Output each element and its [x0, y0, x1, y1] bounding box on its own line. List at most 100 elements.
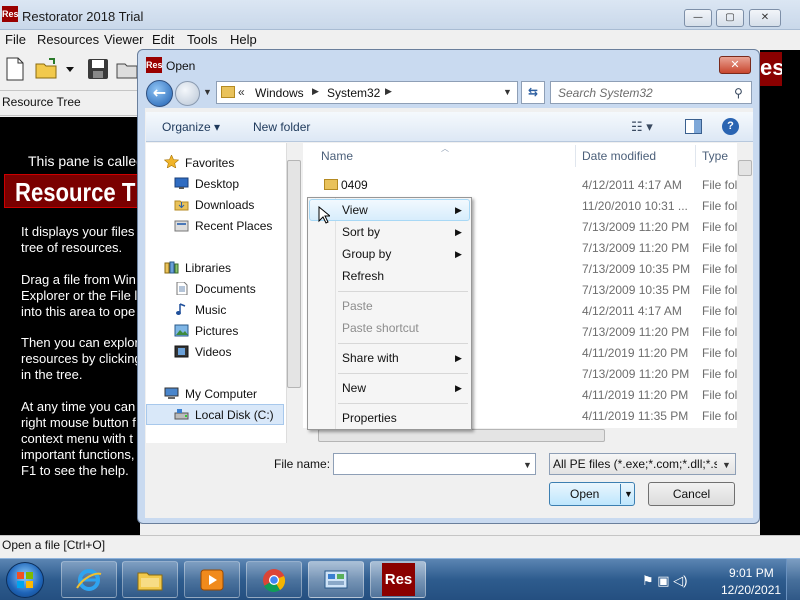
show-desktop-button[interactable]: [786, 559, 800, 600]
preview-pane-icon[interactable]: [685, 119, 702, 134]
breadcrumb-overflow[interactable]: «: [238, 85, 245, 99]
file-date: 7/13/2009 11:20 PM: [582, 325, 690, 339]
menu-resources[interactable]: Resources: [37, 32, 99, 47]
submenu-arrow-icon: ▶: [455, 227, 462, 237]
file-list-vertical-scrollbar[interactable]: [737, 143, 753, 428]
recent-locations-dropdown[interactable]: ▼: [203, 87, 212, 97]
file-type: File fol: [702, 346, 738, 360]
breadcrumb-system32[interactable]: System32: [327, 86, 380, 100]
menu-help[interactable]: Help: [230, 32, 257, 47]
forward-button[interactable]: [175, 81, 200, 106]
menu-edit[interactable]: Edit: [152, 32, 174, 47]
close-button[interactable]: ✕: [749, 9, 781, 27]
menu-item-sort-by[interactable]: Sort by: [342, 225, 380, 239]
menu-item-group-by[interactable]: Group by: [342, 247, 391, 261]
filename-input[interactable]: [333, 453, 536, 475]
file-date: 7/13/2009 11:20 PM: [582, 241, 690, 255]
file-name[interactable]: 0409: [341, 178, 368, 192]
resource-tree-pane[interactable]: This pane is called Resource T It displa…: [0, 117, 140, 535]
back-button[interactable]: ←: [146, 80, 173, 107]
file-type: File fol: [702, 241, 738, 255]
nav-desktop[interactable]: Desktop: [195, 177, 239, 191]
file-date: 4/12/2011 4:17 AM: [582, 178, 682, 192]
command-bar: [146, 112, 753, 142]
menu-viewer[interactable]: Viewer: [104, 32, 144, 47]
menu-file[interactable]: File: [5, 32, 26, 47]
nav-local-disk[interactable]: Local Disk (C:): [195, 408, 274, 422]
column-separator[interactable]: [575, 145, 576, 167]
menu-item-view[interactable]: View: [342, 203, 368, 217]
file-type-filter-value: All PE files (*.exe;*.com;*.dll;*.scr): [553, 457, 717, 471]
new-file-icon[interactable]: [2, 56, 28, 82]
nav-libraries[interactable]: Libraries: [185, 261, 231, 275]
pane-line: into this area to ope: [21, 304, 136, 319]
file-date: 7/13/2009 10:35 PM: [582, 262, 691, 276]
save-as-icon[interactable]: [114, 56, 138, 82]
clock-date[interactable]: 12/20/2021: [721, 583, 781, 597]
filter-dropdown-arrow[interactable]: ▼: [722, 460, 731, 470]
menu-tools[interactable]: Tools: [187, 32, 217, 47]
context-menu-gutter: [335, 198, 336, 429]
file-explorer-icon: [137, 572, 163, 591]
cancel-button[interactable]: Cancel: [648, 482, 735, 506]
help-icon[interactable]: ?: [722, 118, 739, 135]
column-header-type[interactable]: Type: [702, 149, 728, 163]
search-placeholder: Search System32: [558, 86, 653, 100]
navigation-scrollbar-thumb[interactable]: [287, 160, 301, 388]
nav-documents[interactable]: Documents: [195, 282, 256, 296]
new-folder-button[interactable]: New folder: [253, 120, 310, 134]
open-folder-icon[interactable]: [34, 56, 60, 82]
file-type: File fol: [702, 199, 738, 213]
sort-indicator-icon: ︿: [441, 144, 449, 153]
open-options-dropdown[interactable]: ▼: [624, 489, 633, 499]
save-icon[interactable]: [85, 56, 111, 82]
status-text: Open a file [Ctrl+O]: [2, 538, 106, 552]
nav-recent-places[interactable]: Recent Places: [195, 219, 272, 233]
file-list-vertical-thumb[interactable]: [738, 160, 752, 176]
pane-line: Explorer or the File l: [21, 288, 138, 303]
restorator-icon: Res: [382, 563, 415, 596]
file-date: 4/11/2019 11:20 PM: [582, 388, 689, 402]
column-header-name[interactable]: Name: [321, 149, 353, 163]
refresh-button[interactable]: ⇆: [521, 81, 545, 104]
file-type: File fol: [702, 178, 738, 192]
menu-item-paste-shortcut: Paste shortcut: [342, 321, 419, 335]
nav-downloads[interactable]: Downloads: [195, 198, 254, 212]
pane-intro-text: This pane is called: [28, 153, 140, 169]
breadcrumb-separator[interactable]: ▶: [312, 86, 319, 97]
minimize-button[interactable]: —: [684, 9, 712, 27]
address-dropdown[interactable]: ▼: [503, 87, 512, 97]
column-header-date[interactable]: Date modified: [582, 149, 656, 163]
menu-separator: [338, 373, 468, 374]
local-disk-icon: [174, 409, 189, 420]
system-tray-icons[interactable]: ⚑ ▣ ◁): [642, 573, 688, 589]
menu-item-share-with[interactable]: Share with: [342, 351, 399, 365]
menu-item-properties[interactable]: Properties: [342, 411, 397, 425]
nav-pictures[interactable]: Pictures: [195, 324, 238, 338]
file-list-horizontal-thumb[interactable]: [318, 429, 605, 442]
menu-item-refresh[interactable]: Refresh: [342, 269, 384, 283]
nav-music[interactable]: Music: [195, 303, 226, 317]
desktop-icon: [174, 177, 189, 189]
videos-icon: [174, 345, 189, 358]
file-type: File fol: [702, 220, 738, 234]
file-type: File fol: [702, 283, 738, 297]
viewer-pane[interactable]: [760, 50, 800, 535]
dialog-close-button[interactable]: ✕: [719, 56, 751, 74]
organize-button[interactable]: Organize ▾: [162, 120, 220, 134]
nav-videos[interactable]: Videos: [195, 345, 231, 359]
breadcrumb-windows[interactable]: Windows: [255, 86, 304, 100]
nav-my-computer[interactable]: My Computer: [185, 387, 257, 401]
folder-icon: [324, 179, 338, 190]
breadcrumb-separator[interactable]: ▶: [385, 86, 392, 97]
filename-dropdown-arrow[interactable]: ▼: [523, 460, 532, 470]
change-view-button[interactable]: ☷ ▾: [631, 119, 653, 135]
pane-line: Then you can explor: [21, 335, 139, 350]
open-dropdown-icon[interactable]: [63, 56, 77, 82]
nav-favorites[interactable]: Favorites: [185, 156, 234, 170]
clock-time[interactable]: 9:01 PM: [729, 566, 774, 580]
column-separator[interactable]: [695, 145, 696, 167]
maximize-button[interactable]: ▢: [716, 9, 744, 27]
search-icon[interactable]: ⚲: [734, 86, 743, 100]
menu-item-new[interactable]: New: [342, 381, 366, 395]
